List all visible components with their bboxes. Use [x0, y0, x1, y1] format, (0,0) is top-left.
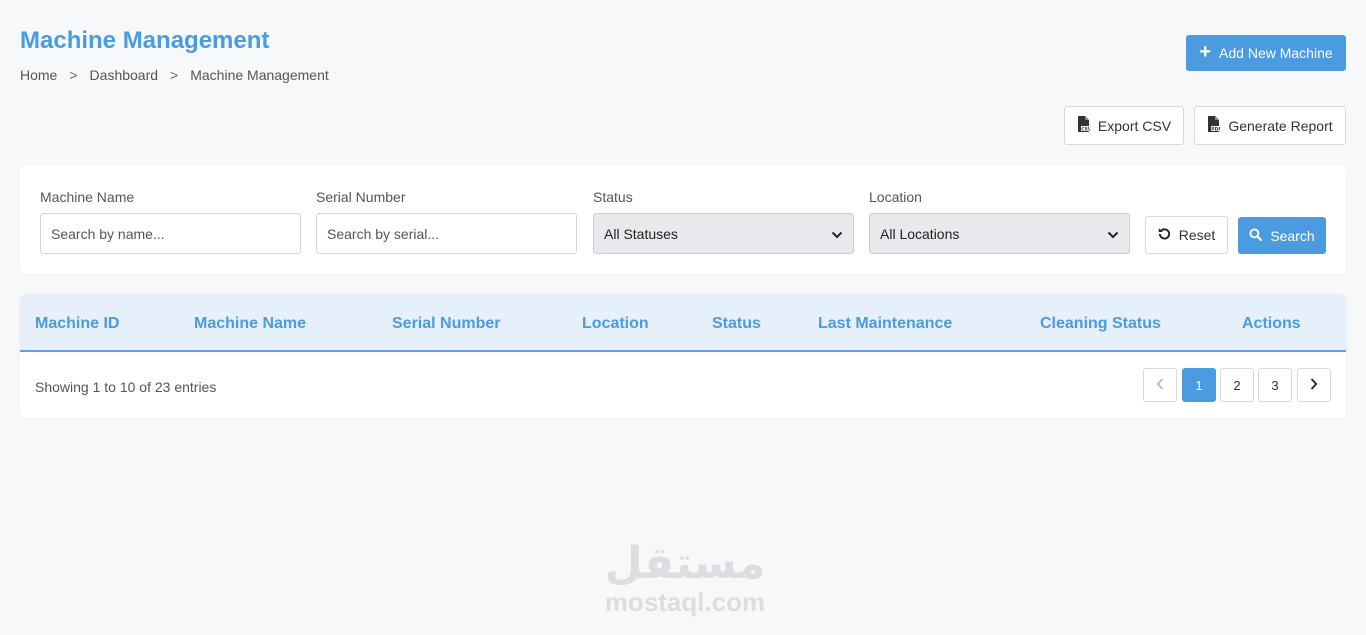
- pagination-page-2[interactable]: 2: [1220, 368, 1254, 402]
- watermark-logo: مستقل: [604, 539, 766, 588]
- column-serial-number[interactable]: Serial Number: [392, 315, 500, 333]
- search-label: Search: [1270, 227, 1315, 244]
- export-csv-button[interactable]: CSV Export CSV: [1064, 106, 1184, 145]
- chevron-down-icon: [1107, 226, 1119, 242]
- machine-name-input[interactable]: [40, 213, 301, 254]
- serial-number-input[interactable]: [316, 213, 577, 254]
- plus-icon: +: [1199, 41, 1212, 63]
- column-cleaning-status[interactable]: Cleaning Status: [1040, 315, 1161, 333]
- column-status[interactable]: Status: [712, 315, 761, 333]
- svg-text:CSV: CSV: [1081, 126, 1090, 132]
- breadcrumb-separator: >: [170, 67, 179, 83]
- column-last-maintenance[interactable]: Last Maintenance: [818, 315, 952, 333]
- breadcrumb: Home > Dashboard > Machine Management: [20, 67, 329, 83]
- page-title: Machine Management: [20, 27, 270, 54]
- search-button[interactable]: Search: [1238, 217, 1326, 254]
- column-actions: Actions: [1242, 315, 1301, 332]
- serial-number-filter-label: Serial Number: [316, 189, 406, 205]
- generate-report-button[interactable]: PDF Generate Report: [1194, 106, 1346, 145]
- add-new-machine-button[interactable]: + Add New Machine: [1186, 35, 1346, 71]
- reset-label: Reset: [1178, 227, 1216, 243]
- entries-info: Showing 1 to 10 of 23 entries: [35, 379, 217, 395]
- chevron-down-icon: [831, 226, 843, 242]
- serial-number-filter: Serial Number: [316, 189, 577, 254]
- breadcrumb-dashboard[interactable]: Dashboard: [90, 67, 159, 83]
- reset-button[interactable]: Reset: [1145, 216, 1228, 254]
- location-filter-label: Location: [869, 189, 922, 205]
- search-icon: [1249, 227, 1263, 244]
- location-filter: Location All Locations: [869, 189, 1130, 254]
- status-select-value: All Statuses: [604, 225, 678, 242]
- breadcrumb-home[interactable]: Home: [20, 67, 57, 83]
- machine-name-filter: Machine Name: [40, 189, 301, 254]
- generate-report-label: Generate Report: [1228, 117, 1333, 134]
- pagination-page-3[interactable]: 3: [1258, 368, 1292, 402]
- pagination-next-button[interactable]: [1297, 368, 1331, 402]
- column-machine-id[interactable]: Machine ID: [35, 315, 119, 333]
- filter-panel: Machine Name Serial Number Status All St…: [20, 165, 1346, 274]
- svg-text:PDF: PDF: [1212, 126, 1221, 132]
- breadcrumb-separator: >: [69, 67, 78, 83]
- status-filter-label: Status: [593, 189, 633, 205]
- csv-file-icon: CSV: [1077, 116, 1092, 135]
- export-csv-label: Export CSV: [1097, 117, 1172, 134]
- chevron-left-icon: [1156, 377, 1164, 393]
- undo-icon: [1158, 227, 1171, 243]
- status-filter: Status All Statuses: [593, 189, 854, 254]
- pagination-page-1[interactable]: 1: [1182, 368, 1216, 402]
- pagination-prev-button[interactable]: [1143, 368, 1177, 402]
- watermark-url: mostaql.com: [604, 587, 766, 617]
- column-machine-name[interactable]: Machine Name: [194, 315, 306, 333]
- location-select-value: All Locations: [880, 225, 960, 242]
- location-select[interactable]: All Locations: [869, 213, 1130, 254]
- chevron-right-icon: [1310, 377, 1318, 393]
- machine-name-filter-label: Machine Name: [40, 189, 135, 205]
- column-location[interactable]: Location: [582, 315, 649, 333]
- pdf-file-icon: PDF: [1207, 116, 1222, 135]
- breadcrumb-current: Machine Management: [190, 67, 329, 83]
- add-new-machine-label: Add New Machine: [1219, 45, 1333, 61]
- status-select[interactable]: All Statuses: [593, 213, 854, 254]
- table-header: Machine ID Machine Name Serial Number Lo…: [20, 294, 1346, 352]
- machines-table: Machine ID Machine Name Serial Number Lo…: [20, 294, 1346, 418]
- watermark: مستقل mostaql.com: [600, 539, 770, 617]
